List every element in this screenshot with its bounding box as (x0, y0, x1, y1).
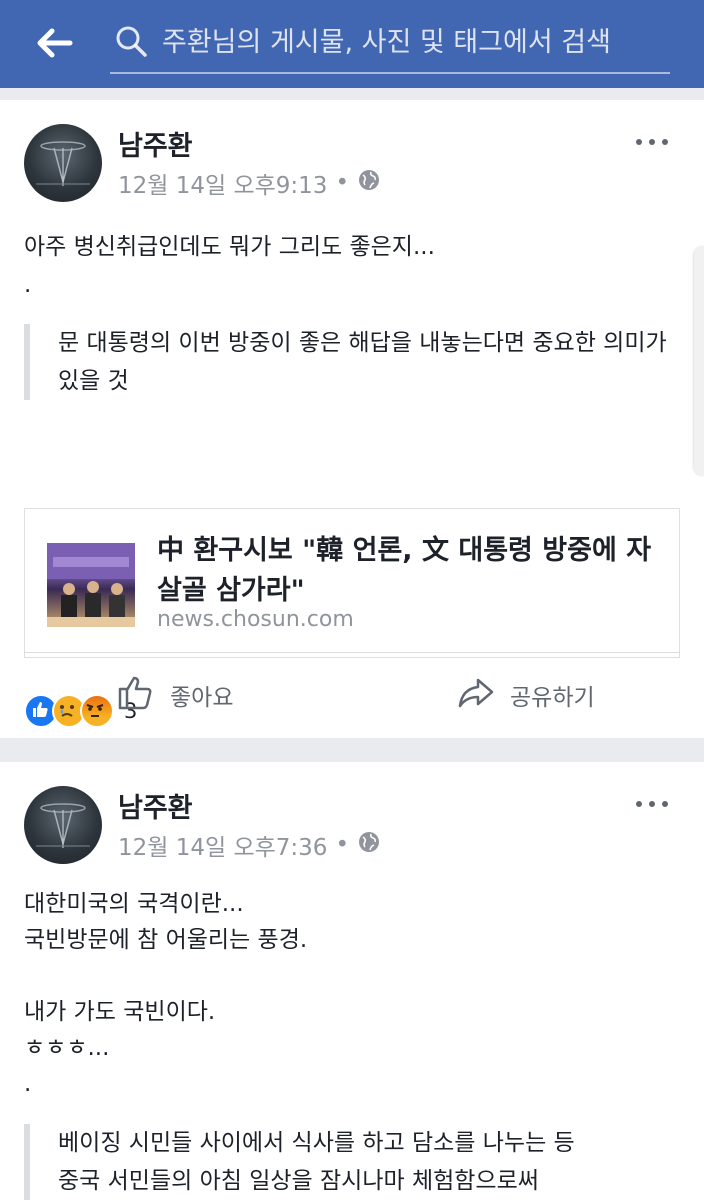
more-options-icon[interactable] (632, 794, 672, 814)
author-name[interactable]: 남주환 (118, 786, 193, 825)
scroll-handle[interactable] (694, 246, 704, 476)
search-bar[interactable] (110, 14, 670, 74)
link-title[interactable]: 中 환구시보 "韓 언론, 文 대통령 방중에 자살골 삼가라" (157, 531, 657, 611)
top-bar (0, 0, 704, 88)
avatar[interactable] (24, 124, 102, 202)
link-thumbnail (47, 543, 135, 627)
divider (24, 652, 680, 653)
like-button[interactable]: 좋아요 (116, 672, 233, 718)
search-icon (114, 24, 148, 58)
share-button[interactable]: 공유하기 (456, 672, 595, 718)
timestamp[interactable]: 12월 14일 오후9:13 (118, 166, 327, 200)
search-input[interactable] (162, 20, 662, 64)
angry-icon (80, 694, 114, 728)
globe-icon (357, 168, 381, 198)
post-card: 남주환 12월 14일 오후7:36 • 대한미국의 국격이란... 국빈방문에… (0, 762, 704, 1200)
author-name[interactable]: 남주환 (118, 124, 193, 163)
meta-separator: • (335, 170, 350, 196)
post-meta: 12월 14일 오후7:36 • (118, 828, 381, 862)
link-preview[interactable]: 中 환구시보 "韓 언론, 文 대통령 방중에 자살골 삼가라" news.ch… (24, 508, 680, 658)
share-label: 공유하기 (510, 685, 595, 711)
more-options-icon[interactable] (632, 132, 672, 152)
post-card: 남주환 12월 14일 오후9:13 • 아주 병신취급인데도 뭐가 그리도 좋… (0, 100, 704, 738)
avatar[interactable] (24, 786, 102, 864)
like-label: 좋아요 (170, 685, 234, 711)
post-quote: 문 대통령의 이번 방중이 좋은 해답을 내놓는다면 중요한 의미가 있을 것 (24, 324, 680, 400)
meta-separator: • (335, 832, 350, 858)
link-domain: news.chosun.com (157, 607, 354, 632)
thumbs-up-icon (116, 672, 170, 718)
post-meta: 12월 14일 오후9:13 • (118, 166, 381, 200)
share-icon (456, 672, 510, 718)
globe-icon (357, 830, 381, 860)
post-quote: 베이징 시민들 사이에서 식사를 하고 담소를 나누는 등 중국 서민들의 아침… (24, 1124, 680, 1200)
back-arrow-icon[interactable] (30, 22, 78, 64)
post-text: 대한미국의 국격이란... 국빈방문에 참 어울리는 풍경. 내가 가도 국빈이… (24, 891, 308, 1097)
timestamp[interactable]: 12월 14일 오후7:36 (118, 828, 327, 862)
post-text: 아주 병신취급인데도 뭐가 그리도 좋은지... . (24, 234, 435, 298)
